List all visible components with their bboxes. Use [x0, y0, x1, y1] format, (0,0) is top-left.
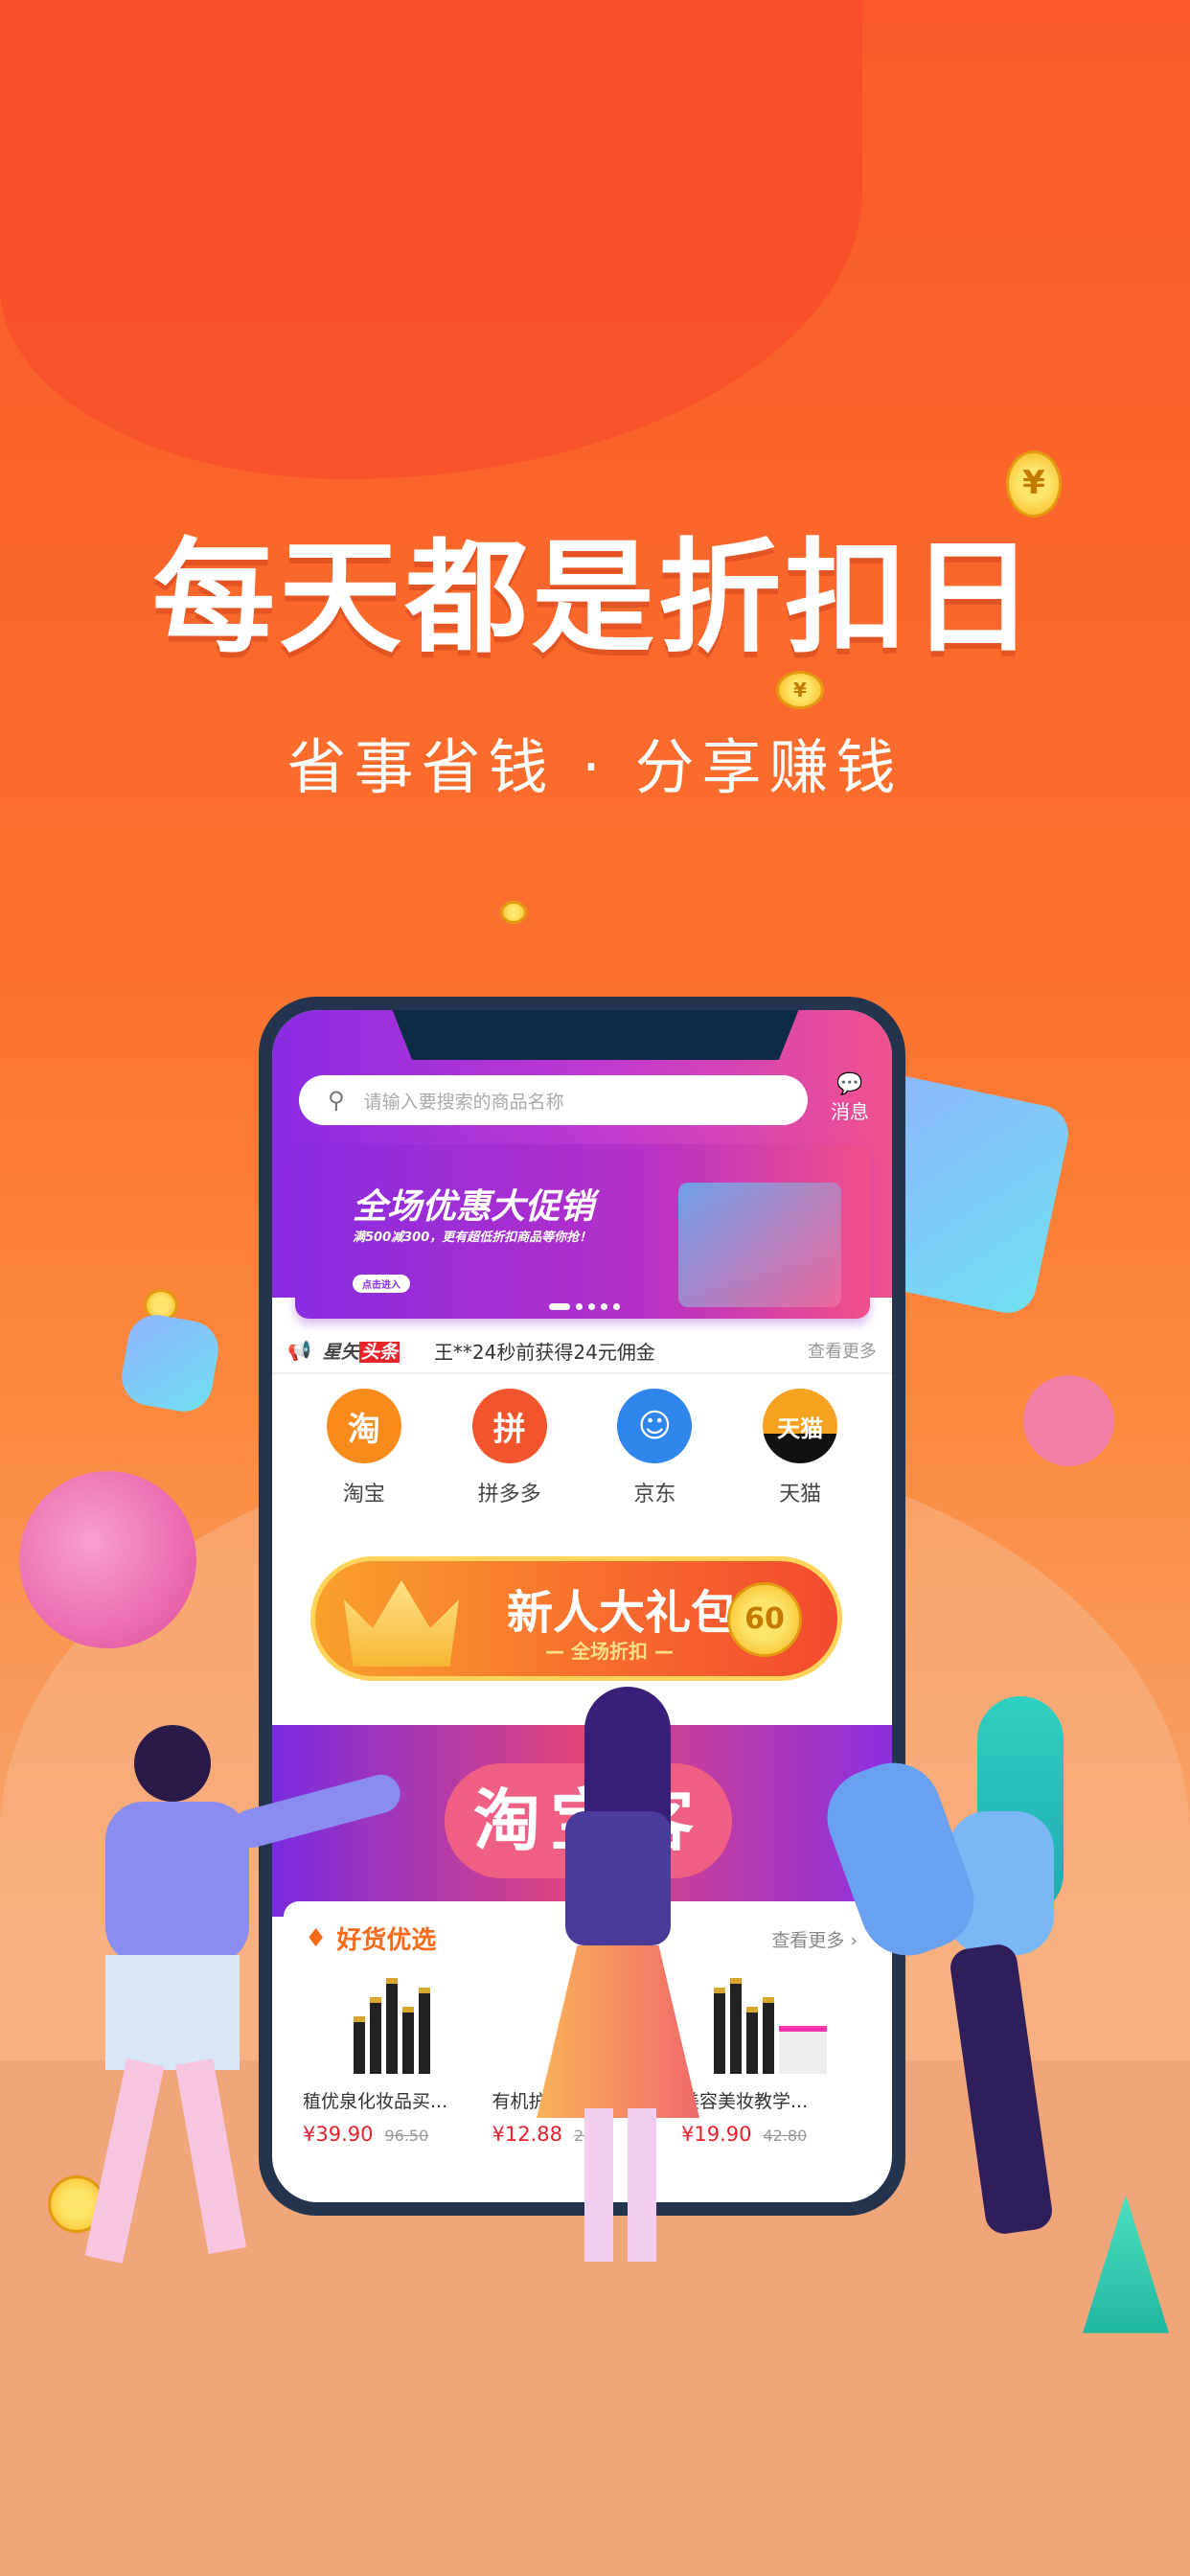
- ticker-brand: 星矢 头条: [322, 1341, 400, 1363]
- person-right-illustration: [813, 1696, 1073, 2252]
- coin-icon: ¥: [1006, 450, 1062, 518]
- banner-title: 全场优惠大促销: [353, 1187, 595, 1227]
- search-placeholder: 请输入要搜索的商品名称: [363, 1091, 564, 1113]
- person-left-illustration: [84, 1725, 405, 2300]
- goods-title: 好货优选: [336, 1926, 437, 1955]
- goods-header: ♦ 好货优选: [305, 1920, 436, 1956]
- decorative-ball: [19, 1471, 196, 1648]
- jd-icon: ☺: [617, 1389, 693, 1463]
- platform-taobao[interactable]: 淘淘宝: [307, 1389, 422, 1507]
- product-item[interactable]: 稙优泉化妆品买... ¥39.90 96.50: [303, 1968, 480, 2146]
- platform-label: 拼多多: [477, 1483, 541, 1506]
- original-price: 96.50: [384, 2127, 429, 2145]
- search-input[interactable]: ⚲ 请输入要搜索的商品名称: [299, 1075, 808, 1125]
- megaphone-icon: 📢: [287, 1339, 311, 1362]
- platform-icons: 淘淘宝 拼拼多多 ☺ 京东 天猫 天猫: [272, 1389, 892, 1507]
- coin-icon: ¥: [776, 671, 824, 709]
- product-name: 稙优泉化妆品买...: [303, 2091, 448, 2112]
- decorative-ball: [1023, 1375, 1114, 1466]
- promo-banner[interactable]: 全场优惠大促销 满500减300，更有超低折扣商品等你抢！ 点击进入: [295, 1144, 870, 1319]
- hero-title: 每天都是折扣日: [151, 527, 1038, 670]
- gift-badge: 60: [727, 1582, 802, 1657]
- platform-pinduoduo[interactable]: 拼拼多多: [452, 1389, 567, 1507]
- diamond-icon: ♦: [305, 1923, 328, 1953]
- phone-notch: [387, 1010, 804, 1060]
- banner-subtitle: 满500减300，更有超低折扣商品等你抢！: [353, 1230, 592, 1245]
- banner-enter-button[interactable]: 点击进入: [353, 1275, 410, 1293]
- platform-jd[interactable]: ☺ 京东: [597, 1389, 712, 1507]
- product-image: [303, 1968, 480, 2074]
- platform-label: 天猫: [779, 1483, 822, 1506]
- chat-icon: 💬: [836, 1072, 863, 1096]
- ticker-text: 王**24秒前获得24元佣金: [433, 1340, 655, 1364]
- platform-label: 京东: [633, 1483, 676, 1506]
- gift-title: 新人大礼包: [507, 1586, 738, 1640]
- crown-icon: [344, 1580, 459, 1667]
- messages-label: 消息: [831, 1100, 869, 1123]
- gift-box-illustration: [678, 1183, 841, 1307]
- messages-button[interactable]: 💬 消息: [826, 1073, 874, 1124]
- hero-subtitle: 省事省钱 · 分享赚钱: [286, 732, 904, 802]
- gift-subtitle: — 全场折扣 —: [545, 1640, 674, 1663]
- coin-icon: [500, 901, 527, 924]
- search-icon: ⚲: [328, 1087, 345, 1114]
- background-blob: [0, 0, 862, 479]
- person-center-illustration: [517, 1687, 709, 2281]
- pinduoduo-icon: 拼: [471, 1389, 547, 1463]
- taobao-icon: 淘: [326, 1389, 401, 1463]
- platform-label: 淘宝: [342, 1483, 385, 1506]
- original-price: 42.80: [763, 2127, 808, 2145]
- tmall-icon: 天猫: [763, 1389, 838, 1463]
- platform-tmall[interactable]: 天猫 天猫: [743, 1389, 858, 1507]
- carousel-dots[interactable]: [549, 1303, 620, 1310]
- decorative-cube: [117, 1310, 223, 1416]
- new-user-gift-banner[interactable]: 新人大礼包 — 全场折扣 — 60: [310, 1556, 842, 1681]
- ticker-more-link[interactable]: 查看更多: [808, 1338, 877, 1363]
- news-ticker[interactable]: 📢 星矢 头条 王**24秒前获得24元佣金 查看更多: [272, 1328, 892, 1374]
- product-price: ¥39.90 96.50: [303, 2123, 429, 2146]
